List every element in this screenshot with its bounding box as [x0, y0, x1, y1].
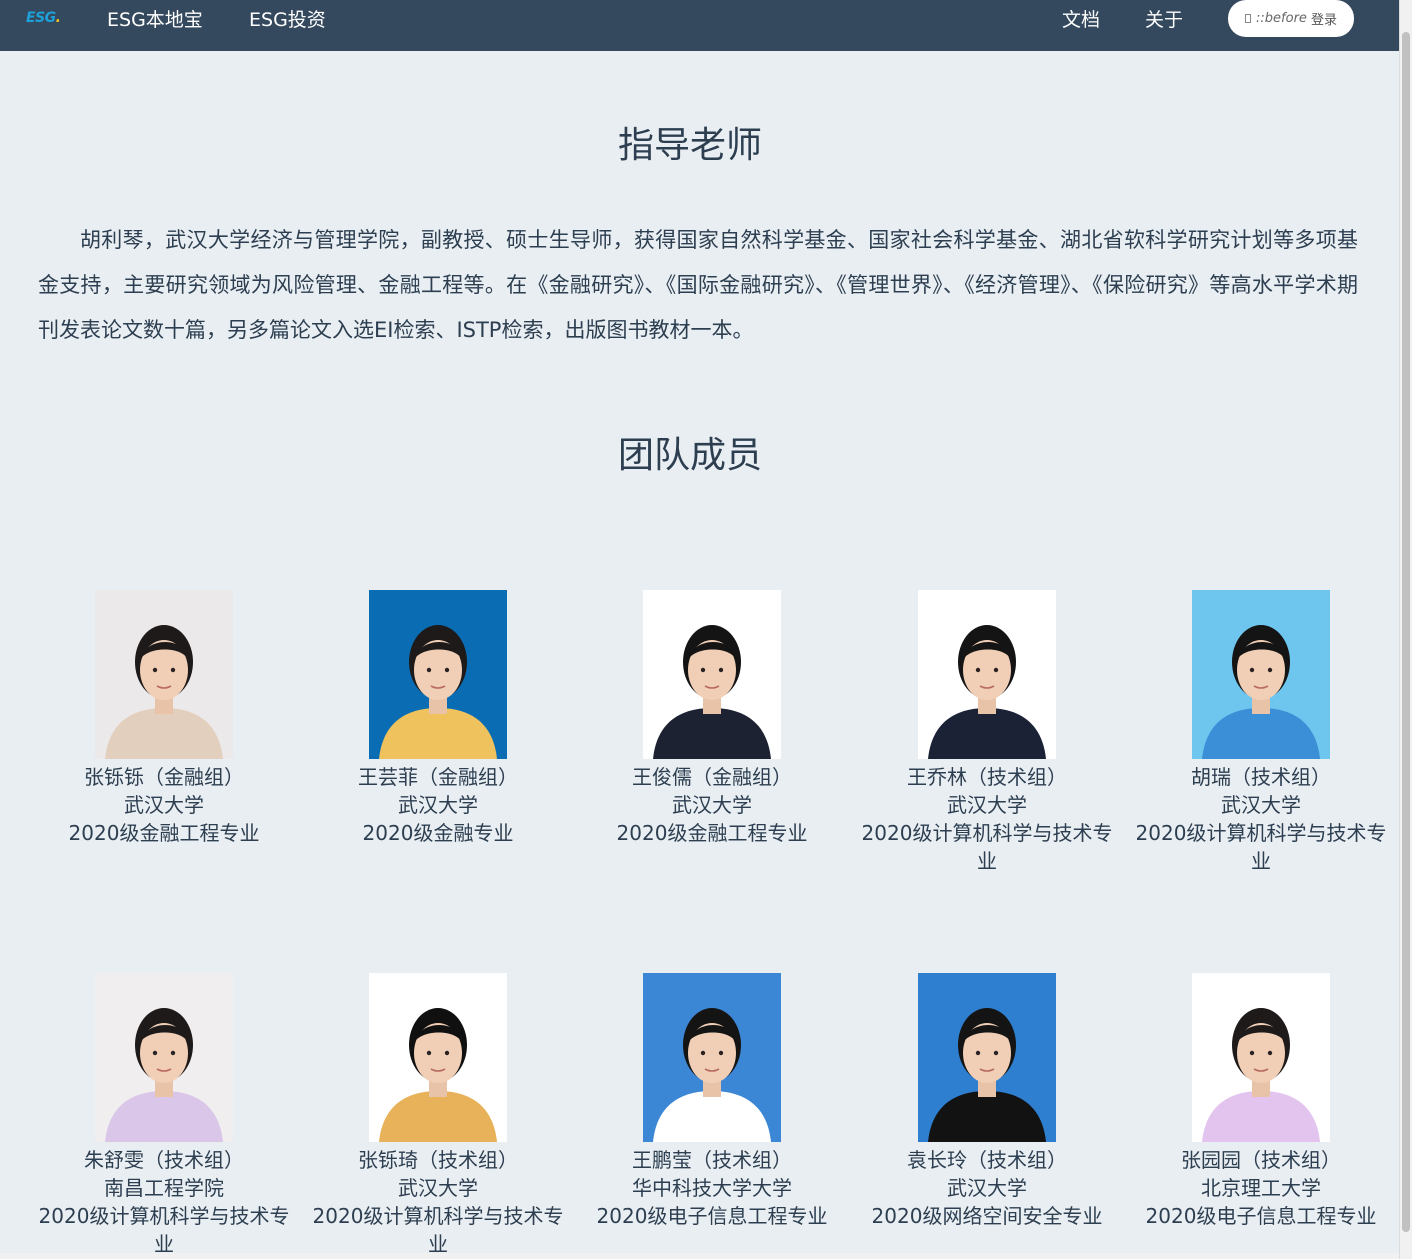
- scrollbar-thumb[interactable]: [1402, 32, 1410, 1232]
- login-label: 登录: [1310, 13, 1337, 28]
- member-school: 武汉大学: [947, 1176, 1027, 1200]
- team-section-title: 团队成员: [617, 435, 762, 476]
- top-navbar: ESG. ESG本地宝 ESG投资 文档 关于 ::before 登录: [0, 0, 1399, 51]
- login-button[interactable]: ::before 登录: [1228, 0, 1354, 37]
- member-photo: [1192, 590, 1330, 759]
- member-card: 王俊儒（金融组） 武汉大学 2020级金融工程专业: [581, 590, 843, 847]
- site-logo[interactable]: ESG.: [26, 10, 61, 26]
- member-name: 王俊儒（金融组）: [632, 765, 792, 789]
- member-name: 张园园（技术组）: [1181, 1148, 1341, 1172]
- member-school: 武汉大学: [672, 793, 752, 817]
- member-photo: [369, 590, 507, 759]
- member-photo: [369, 973, 507, 1142]
- member-name: 袁长玲（技术组）: [907, 1148, 1067, 1172]
- member-card: 王鹏莹（技术组） 华中科技大学大学 2020级电子信息工程专业: [581, 973, 843, 1230]
- member-card: 王乔林（技术组） 武汉大学 2020级计算机科学与技术专业: [856, 590, 1118, 875]
- member-photo: [643, 973, 781, 1142]
- member-name: 朱舒雯（技术组）: [84, 1148, 244, 1172]
- nav-link-about[interactable]: 关于: [1145, 5, 1183, 32]
- member-name: 王鹏莹（技术组）: [632, 1148, 792, 1172]
- login-before-text: ::before: [1256, 11, 1307, 26]
- member-major: 2020级计算机科学与技术专业: [312, 1204, 564, 1256]
- vertical-scrollbar[interactable]: [1399, 0, 1412, 1259]
- member-school: 南昌工程学院: [104, 1176, 224, 1200]
- member-school: 北京理工大学: [1201, 1176, 1321, 1200]
- member-photo: [643, 590, 781, 759]
- member-school: 武汉大学: [1221, 793, 1301, 817]
- member-name: 王芸菲（金融组）: [358, 765, 518, 789]
- member-name: 张铄铄（金融组）: [84, 765, 244, 789]
- member-school: 武汉大学: [947, 793, 1027, 817]
- member-school: 华中科技大学大学: [632, 1176, 792, 1200]
- member-major: 2020级电子信息工程专业: [596, 1204, 828, 1228]
- member-photo: [918, 973, 1056, 1142]
- member-major: 2020级计算机科学与技术专业: [1135, 821, 1387, 873]
- member-photo: [918, 590, 1056, 759]
- member-school: 武汉大学: [124, 793, 204, 817]
- member-name: 张铄琦（技术组）: [358, 1148, 518, 1172]
- member-major: 2020级计算机科学与技术专业: [861, 821, 1113, 873]
- member-major: 2020级计算机科学与技术专业: [38, 1204, 290, 1256]
- nav-link-esg-invest[interactable]: ESG投资: [249, 5, 326, 32]
- member-major: 2020级金融专业: [362, 821, 514, 845]
- member-card: 张铄铄（金融组） 武汉大学 2020级金融工程专业: [33, 590, 295, 847]
- teacher-section-title: 指导老师: [617, 125, 762, 166]
- member-school: 武汉大学: [398, 1176, 478, 1200]
- login-icon: [1245, 14, 1252, 23]
- member-card: 张铄琦（技术组） 武汉大学 2020级计算机科学与技术专业: [307, 973, 569, 1258]
- member-name: 王乔林（技术组）: [907, 765, 1067, 789]
- member-card: 王芸菲（金融组） 武汉大学 2020级金融专业: [307, 590, 569, 847]
- member-card: 朱舒雯（技术组） 南昌工程学院 2020级计算机科学与技术专业: [33, 973, 295, 1258]
- member-photo: [95, 973, 233, 1142]
- member-major: 2020级电子信息工程专业: [1145, 1204, 1377, 1228]
- nav-link-esg-local[interactable]: ESG本地宝: [107, 5, 203, 32]
- member-photo: [1192, 973, 1330, 1142]
- member-photo: [95, 590, 233, 759]
- nav-link-docs[interactable]: 文档: [1062, 5, 1100, 32]
- member-card: 张园园（技术组） 北京理工大学 2020级电子信息工程专业: [1130, 973, 1392, 1230]
- member-major: 2020级金融工程专业: [68, 821, 260, 845]
- member-major: 2020级金融工程专业: [616, 821, 808, 845]
- horizontal-scrollbar[interactable]: [0, 1253, 1399, 1259]
- teacher-description: 胡利琴，武汉大学经济与管理学院，副教授、硕士生导师，获得国家自然科学基金、国家社…: [38, 228, 1358, 342]
- member-school: 武汉大学: [398, 793, 478, 817]
- member-card: 袁长玲（技术组） 武汉大学 2020级网络空间安全专业: [856, 973, 1118, 1230]
- member-card: 胡瑞（技术组） 武汉大学 2020级计算机科学与技术专业: [1130, 590, 1392, 875]
- member-major: 2020级网络空间安全专业: [871, 1204, 1103, 1228]
- member-name: 胡瑞（技术组）: [1191, 765, 1331, 789]
